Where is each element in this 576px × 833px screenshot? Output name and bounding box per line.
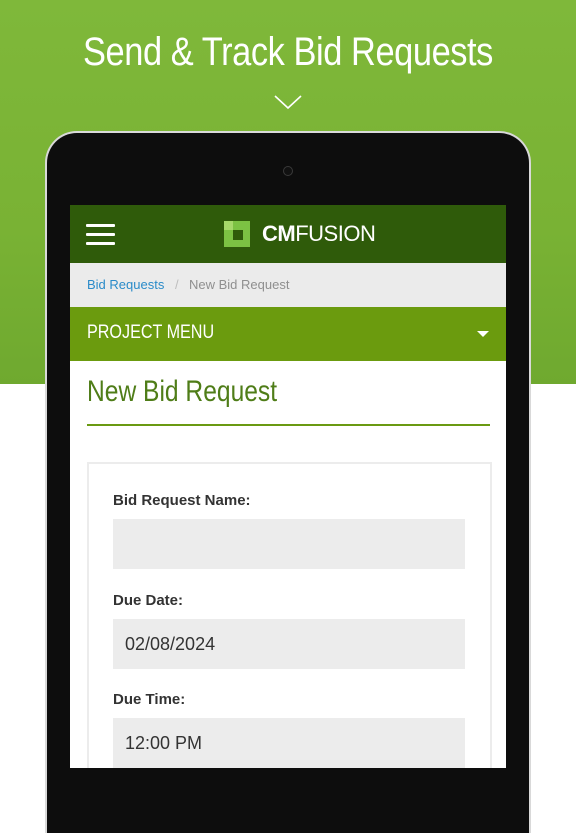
app-logo[interactable]: CMFUSION	[224, 221, 376, 247]
page-title: New Bid Request	[87, 375, 278, 408]
promo-headline: Send & Track Bid Requests	[83, 30, 493, 74]
project-menu-label: PROJECT MENU	[87, 322, 215, 343]
hamburger-menu-icon[interactable]	[86, 222, 116, 246]
logo-text: CMFUSION	[262, 221, 376, 247]
app-screen: CMFUSION Bid Requests / New Bid Request …	[70, 205, 506, 768]
caret-down-icon	[477, 331, 489, 337]
due-date-input[interactable]: 02/08/2024	[113, 619, 465, 669]
app-header: CMFUSION	[70, 205, 506, 263]
logo-text-bold: CM	[262, 221, 296, 246]
breadcrumb-current: New Bid Request	[189, 277, 290, 292]
logo-text-light: FUSION	[295, 221, 376, 246]
due-date-label: Due Date:	[113, 592, 184, 609]
bid-request-name-input[interactable]	[113, 519, 465, 569]
breadcrumb: Bid Requests / New Bid Request	[70, 263, 506, 307]
bid-request-form: Bid Request Name: Due Date: 02/08/2024 D…	[87, 462, 492, 768]
project-menu-toggle[interactable]: PROJECT MENU	[70, 307, 506, 361]
camera-dot	[283, 166, 293, 176]
chevron-down-icon	[274, 95, 302, 110]
due-time-input[interactable]: 12:00 PM	[113, 718, 465, 768]
breadcrumb-link-bid-requests[interactable]: Bid Requests	[87, 263, 164, 307]
bid-request-name-label: Bid Request Name:	[113, 492, 251, 509]
cmfusion-logo-mark	[224, 221, 250, 247]
breadcrumb-separator: /	[175, 277, 179, 292]
title-divider	[87, 424, 490, 426]
due-time-label: Due Time:	[113, 691, 186, 708]
